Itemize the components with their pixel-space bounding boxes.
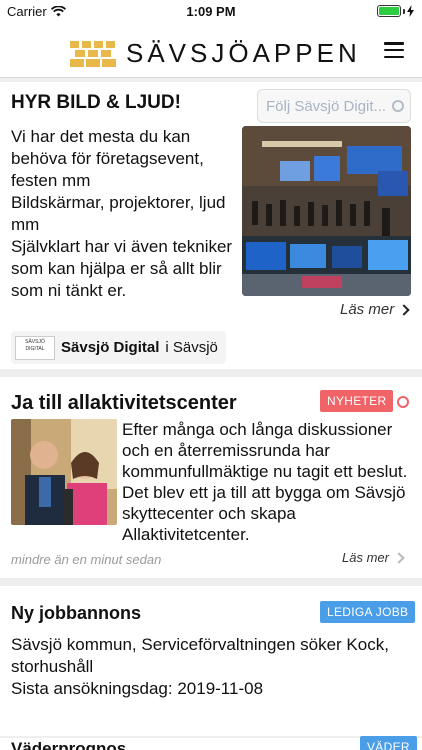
chevron-right-icon bbox=[398, 303, 410, 316]
app-header: SÄVSJÖAPPEN bbox=[0, 24, 422, 78]
news-photo bbox=[11, 419, 117, 525]
news-tag[interactable]: NYHETER bbox=[320, 390, 394, 412]
job-card[interactable]: Ny jobbannons LEDIGA JOBB Sävsjö kommun,… bbox=[0, 586, 422, 736]
read-more-label: Läs mer bbox=[340, 301, 395, 318]
weather-card[interactable]: Väderprognos VÄDER bbox=[0, 736, 422, 750]
weather-title: Väderprognos bbox=[11, 739, 127, 750]
unread-indicator-icon bbox=[397, 396, 409, 408]
ad-read-more-link[interactable]: Läs mer bbox=[340, 301, 410, 318]
app-logo-icon bbox=[70, 40, 116, 67]
job-title: Ny jobbannons bbox=[11, 603, 141, 623]
ad-description: Vi har det mesta du kan behöva för föret… bbox=[11, 127, 233, 300]
weather-tag[interactable]: VÄDER bbox=[360, 736, 417, 750]
hamburger-menu-button[interactable] bbox=[384, 42, 404, 58]
news-title: Ja till allaktivitetscenter bbox=[11, 392, 237, 414]
sponsor-logo: SÄVSJÖ DIGITAL bbox=[15, 335, 55, 360]
brand: SÄVSJÖAPPEN bbox=[70, 38, 361, 69]
battery-status bbox=[377, 5, 414, 17]
job-description: Sävsjö kommun, Serviceförvaltningen söke… bbox=[11, 635, 389, 698]
ad-card[interactable]: HYR BILD & LJUD! Vi har det mesta du kan… bbox=[0, 82, 422, 369]
charging-icon bbox=[407, 5, 414, 17]
sponsor-location: i Sävsjö bbox=[165, 339, 218, 356]
app-title: SÄVSJÖAPPEN bbox=[126, 38, 361, 68]
clock: 1:09 PM bbox=[186, 4, 236, 19]
battery-icon bbox=[377, 5, 401, 17]
news-read-more-link[interactable]: Läs mer bbox=[342, 550, 405, 565]
read-more-label: Läs mer bbox=[342, 550, 389, 565]
news-timestamp: mindre än en minut sedan bbox=[11, 552, 162, 567]
job-tag[interactable]: LEDIGA JOBB bbox=[320, 601, 416, 623]
status-bar: Carrier 1:09 PM bbox=[0, 0, 422, 24]
sponsor-name: Sävsjö Digital bbox=[61, 339, 160, 356]
chevron-right-icon bbox=[393, 551, 405, 564]
ad-title: HYR BILD & LJUD! bbox=[11, 92, 181, 113]
follow-toggle-icon[interactable] bbox=[392, 100, 404, 112]
follow-placeholder: Följ Sävsjö Digit... bbox=[266, 98, 387, 115]
sponsor-badge[interactable]: SÄVSJÖ DIGITAL Sävsjö Digital i Sävsjö bbox=[11, 331, 226, 364]
news-summary: Efter många och långa diskussioner och e… bbox=[122, 420, 408, 544]
follow-input[interactable]: Följ Sävsjö Digit... bbox=[257, 89, 411, 123]
ad-image bbox=[242, 126, 411, 296]
news-card[interactable]: Ja till allaktivitetscenter NYHETER Efte… bbox=[0, 377, 422, 578]
